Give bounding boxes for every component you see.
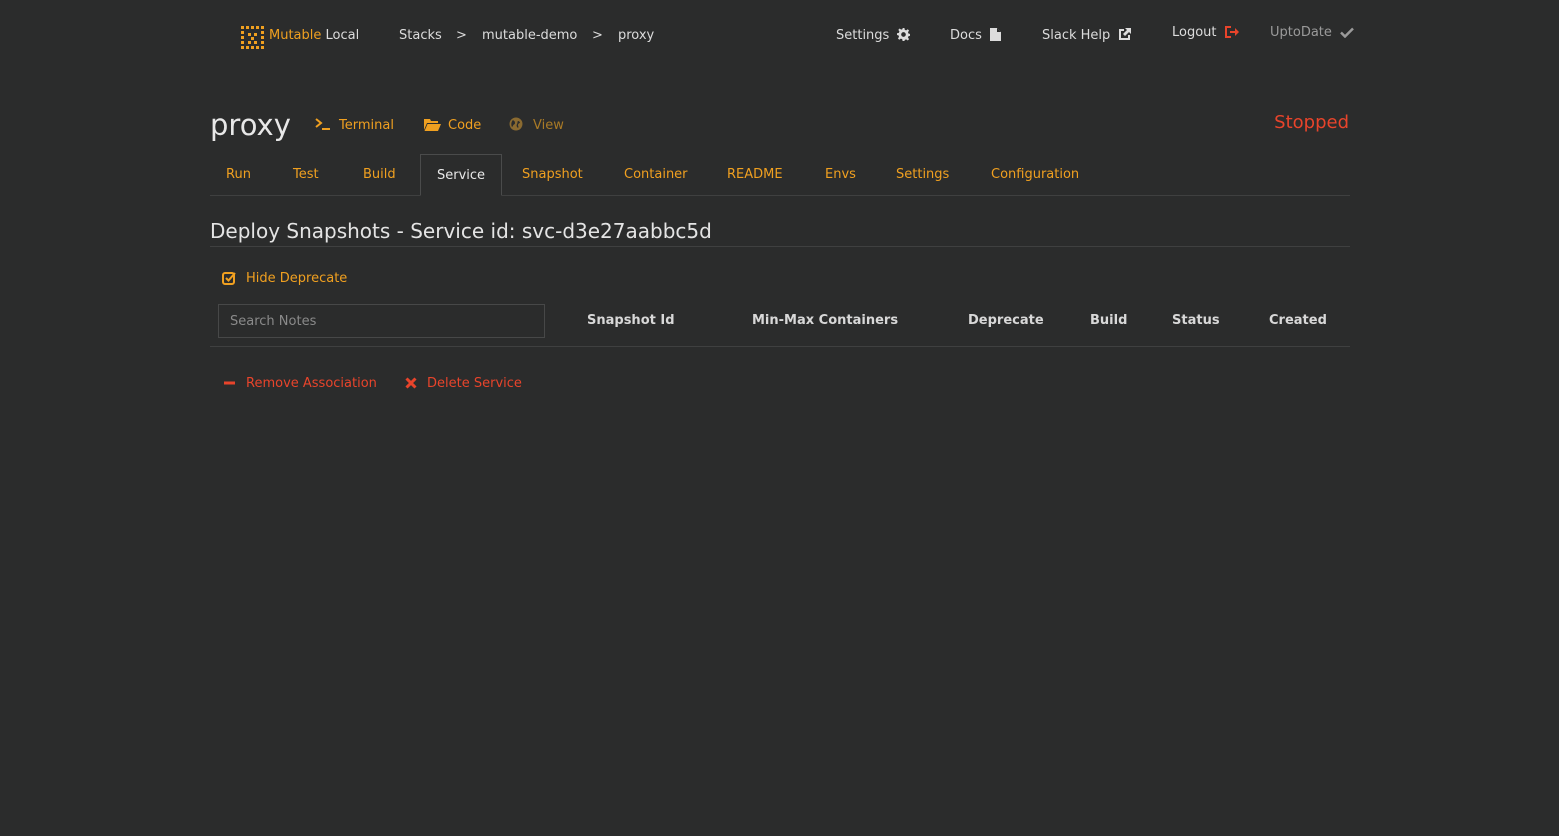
column-header-created[interactable]: Created [1269, 312, 1327, 330]
tab-configuration[interactable]: Configuration [975, 154, 1095, 196]
terminal-icon [315, 117, 331, 137]
docs-link[interactable]: Docs [950, 27, 1002, 47]
column-header-min-max-containers[interactable]: Min-Max Containers [752, 312, 898, 330]
brand-name: Mutable [269, 28, 322, 43]
breadcrumb-separator: > [456, 28, 467, 43]
terminal-button[interactable]: Terminal [315, 117, 394, 137]
status-badge: Stopped [1274, 112, 1349, 133]
breadcrumb-separator: > [592, 28, 603, 43]
breadcrumb-stacks[interactable]: Stacks [399, 27, 442, 45]
sign-out-icon [1224, 26, 1239, 44]
view-button[interactable]: View [509, 117, 564, 137]
breadcrumb-proxy[interactable]: proxy [618, 27, 654, 45]
mutable-logo-icon[interactable] [241, 26, 264, 49]
update-status: UptoDate [1270, 24, 1354, 44]
globe-icon [509, 117, 525, 137]
brand-suffix: Local [321, 28, 360, 43]
hide-deprecate-toggle[interactable]: Hide Deprecate [222, 270, 347, 291]
docs-label: Docs [950, 28, 982, 43]
tab-container[interactable]: Container [608, 154, 704, 196]
table-header-divider [210, 346, 1350, 347]
tab-test[interactable]: Test [277, 154, 335, 196]
remove-association-button[interactable]: Remove Association [224, 375, 377, 395]
code-button[interactable]: Code [424, 117, 481, 137]
gear-icon [897, 28, 911, 47]
hide-deprecate-label: Hide Deprecate [246, 271, 348, 286]
column-header-build[interactable]: Build [1090, 312, 1127, 330]
search-notes-input[interactable] [218, 304, 545, 338]
delete-service-button[interactable]: Delete Service [405, 375, 522, 395]
tab-settings[interactable]: Settings [880, 154, 965, 196]
terminal-label: Terminal [339, 118, 394, 133]
tab-run[interactable]: Run [210, 154, 267, 196]
breadcrumb-mutable-demo[interactable]: mutable-demo [482, 27, 577, 45]
tab-snapshot[interactable]: Snapshot [506, 154, 599, 196]
settings-label: Settings [836, 28, 890, 43]
page-title: proxy [210, 108, 291, 142]
minus-icon [224, 377, 238, 395]
remove-association-label: Remove Association [246, 376, 377, 391]
checkbox-checked-icon [222, 271, 238, 291]
tab-readme[interactable]: README [711, 154, 799, 196]
checkmark-icon [1340, 26, 1354, 44]
column-header-deprecate[interactable]: Deprecate [968, 312, 1044, 330]
close-icon [405, 377, 419, 395]
brand-link[interactable]: Mutable Local [269, 27, 359, 45]
tab-build[interactable]: Build [347, 154, 412, 196]
slack-help-link[interactable]: Slack Help [1042, 27, 1132, 47]
document-icon [990, 28, 1002, 47]
column-header-status[interactable]: Status [1172, 312, 1220, 330]
view-label: View [533, 118, 564, 133]
delete-service-label: Delete Service [427, 376, 522, 391]
settings-link[interactable]: Settings [836, 27, 911, 47]
code-label: Code [448, 118, 482, 133]
logout-label: Logout [1172, 25, 1217, 40]
section-title: Deploy Snapshots - Service id: svc-d3e27… [210, 219, 712, 243]
section-divider [210, 246, 1350, 247]
tab-envs[interactable]: Envs [809, 154, 872, 196]
logout-link[interactable]: Logout [1172, 24, 1239, 44]
external-link-icon [1118, 28, 1132, 47]
column-header-snapshot-id[interactable]: Snapshot Id [587, 312, 675, 330]
update-status-label: UptoDate [1270, 25, 1332, 40]
tab-service[interactable]: Service [420, 154, 503, 196]
folder-open-icon [424, 118, 441, 137]
slack-help-label: Slack Help [1042, 28, 1111, 43]
tab-bar: Run Test Build Service Snapshot Containe… [210, 154, 1350, 196]
